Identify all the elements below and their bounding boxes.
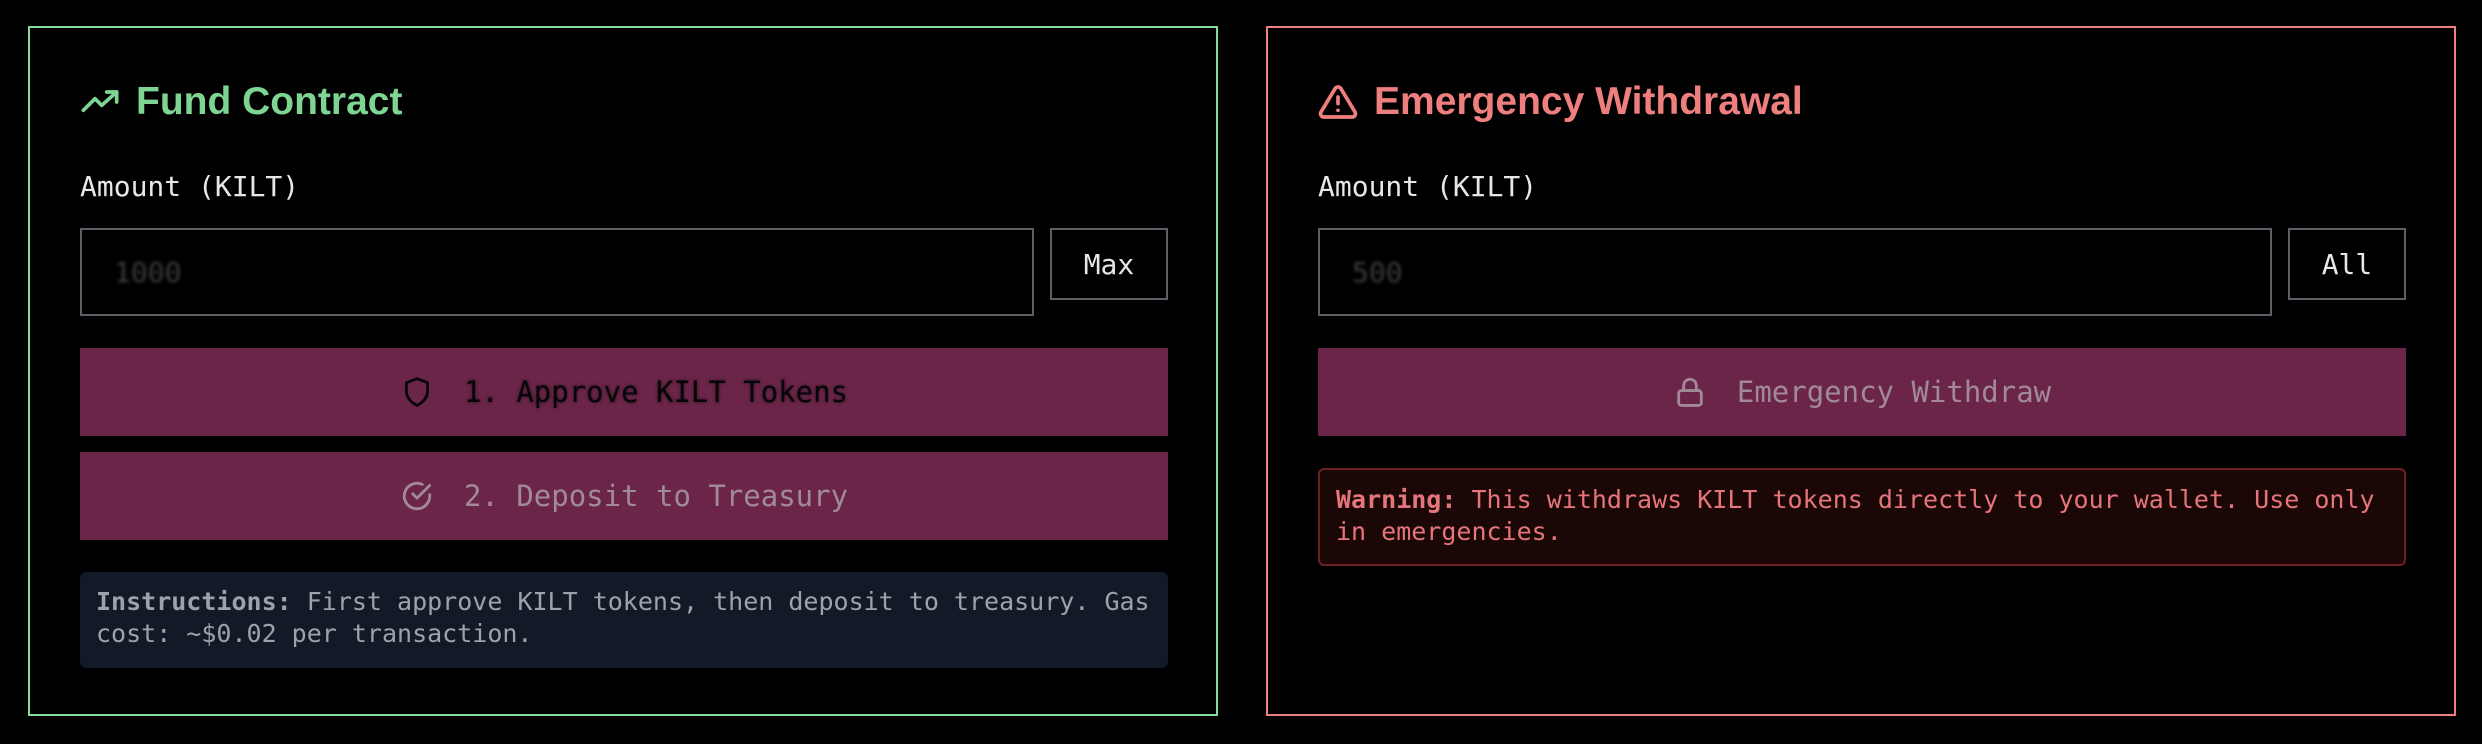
warning-text: This withdraws KILT tokens directly to y… [1336,485,2375,546]
warning-triangle-icon [1318,82,1358,122]
fund-amount-label: Amount (KILT) [80,170,300,203]
warning-box: Warning: This withdraws KILT tokens dire… [1318,468,2406,566]
warning-label: Warning: [1336,485,1457,514]
fund-contract-title: Fund Contract [80,74,402,130]
max-button[interactable]: Max [1050,228,1168,300]
withdraw-button-label: Emergency Withdraw [1736,375,2052,409]
deposit-to-treasury-button[interactable]: 2. Deposit to Treasury [80,452,1168,540]
fund-contract-panel: Fund Contract Amount (KILT) Max 1. Appro… [28,26,1218,716]
check-circle-icon [400,479,434,513]
deposit-button-label: 2. Deposit to Treasury [463,479,849,513]
instructions-label: Instructions: [96,587,292,616]
emergency-amount-label: Amount (KILT) [1318,170,1538,203]
trending-up-icon [80,82,120,122]
fund-amount-input[interactable] [80,228,1034,316]
shield-icon [400,375,434,409]
emergency-withdrawal-panel: Emergency Withdrawal Amount (KILT) All E… [1266,26,2456,716]
emergency-withdraw-button[interactable]: Emergency Withdraw [1318,348,2406,436]
lock-icon [1673,375,1707,409]
emergency-withdrawal-title: Emergency Withdrawal [1318,74,1803,130]
emergency-withdrawal-title-text: Emergency Withdrawal [1374,80,1803,123]
fund-contract-title-text: Fund Contract [136,80,403,123]
emergency-amount-input[interactable] [1318,228,2272,316]
all-button[interactable]: All [2288,228,2406,300]
approve-kilt-tokens-button[interactable]: 1. Approve KILT Tokens [80,348,1168,436]
approve-button-label: 1. Approve KILT Tokens [463,375,849,409]
instructions-box: Instructions: First approve KILT tokens,… [80,572,1168,668]
